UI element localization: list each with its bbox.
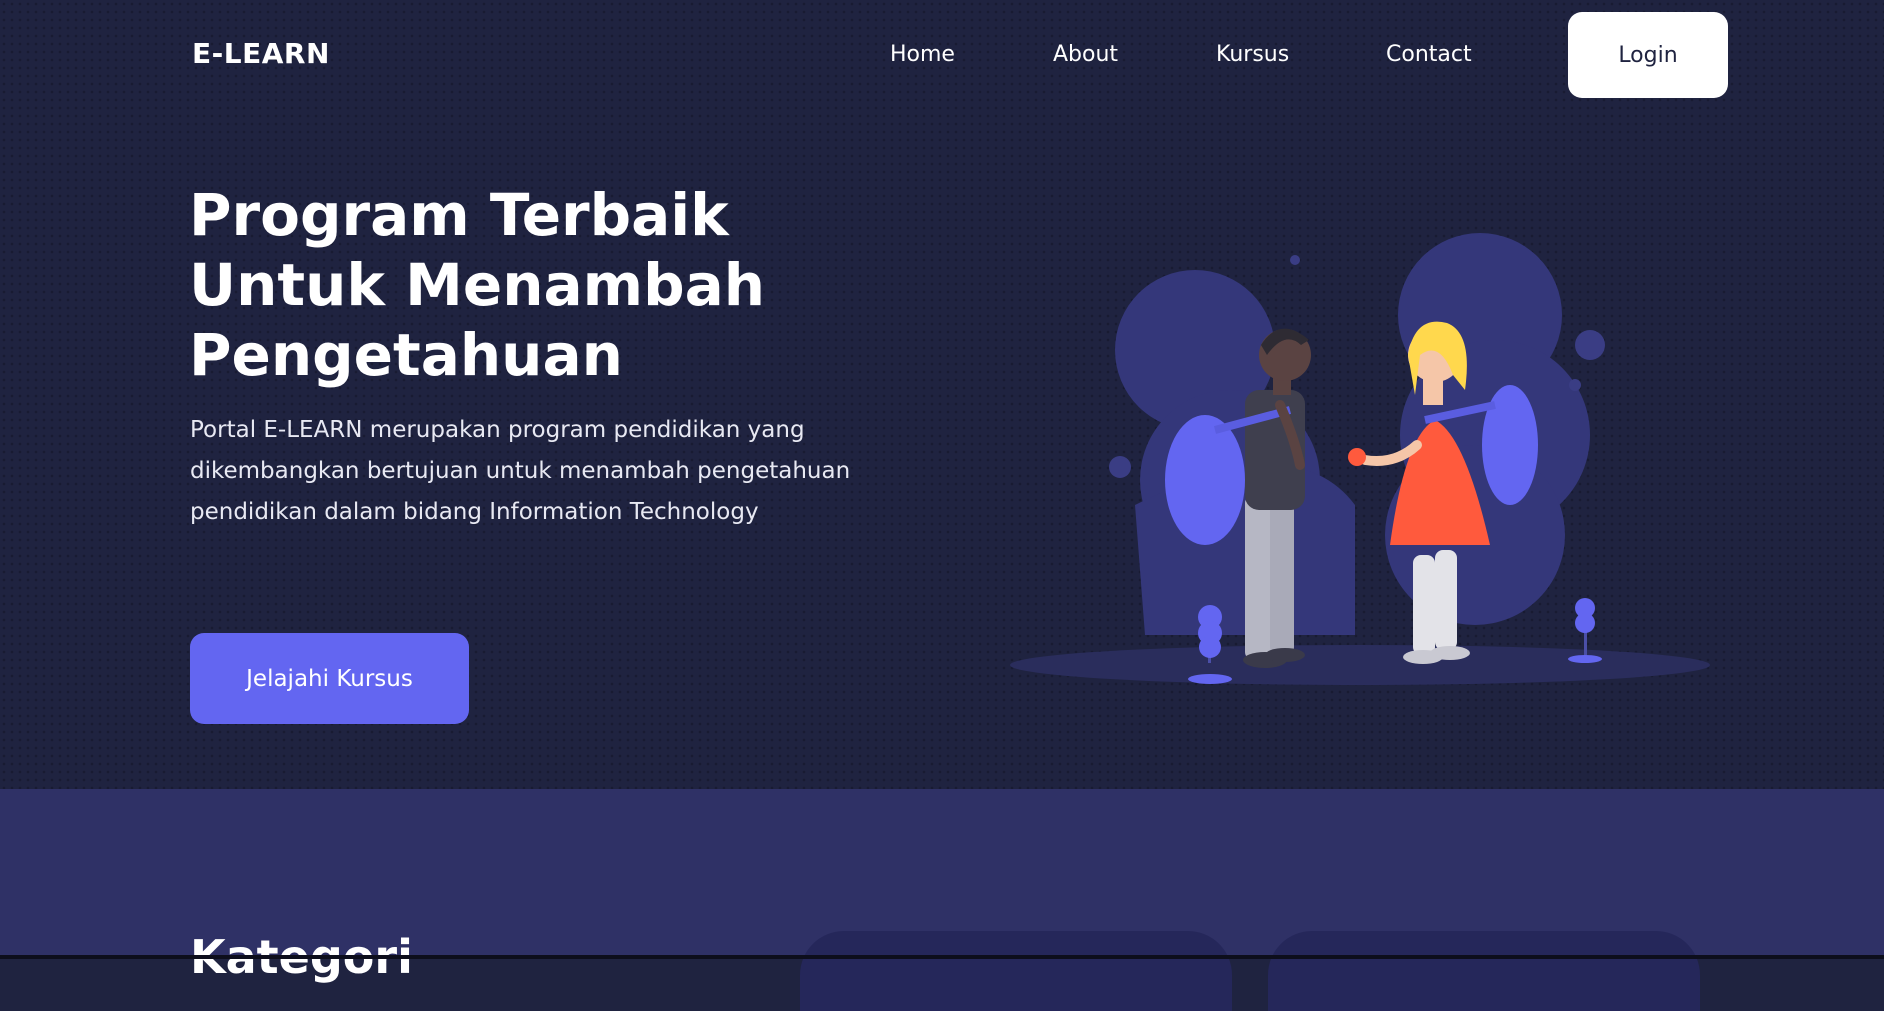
login-button[interactable]: Login — [1568, 12, 1728, 98]
category-card[interactable] — [800, 931, 1232, 1011]
hero-title: Program Terbaik Untuk Menambah Pengetahu… — [189, 180, 909, 390]
hero-section: E-LEARN Home About Kursus Contact Login … — [0, 0, 1884, 789]
hero-description: Portal E-LEARN merupakan program pendidi… — [190, 417, 851, 525]
category-card[interactable] — [1268, 931, 1700, 1011]
hero-title-line: Program Terbaik — [189, 181, 729, 249]
nav-kursus-link[interactable]: Kursus — [1216, 42, 1289, 67]
nav-contact-link[interactable]: Contact — [1386, 42, 1472, 67]
page-bottom-edge — [0, 955, 1884, 959]
hero-title-line: Pengetahuan — [189, 321, 623, 389]
hero-title-line: Untuk Menambah — [189, 251, 766, 319]
navbar: E-LEARN Home About Kursus Contact Login — [0, 0, 1884, 110]
brand-logo[interactable]: E-LEARN — [192, 37, 330, 70]
nav-about-link[interactable]: About — [1053, 42, 1118, 67]
category-section: Kategori — [0, 789, 1884, 1011]
students-illustration — [1010, 233, 1710, 685]
nav-home-link[interactable]: Home — [890, 42, 955, 67]
explore-courses-button[interactable]: Jelajahi Kursus — [190, 633, 469, 724]
